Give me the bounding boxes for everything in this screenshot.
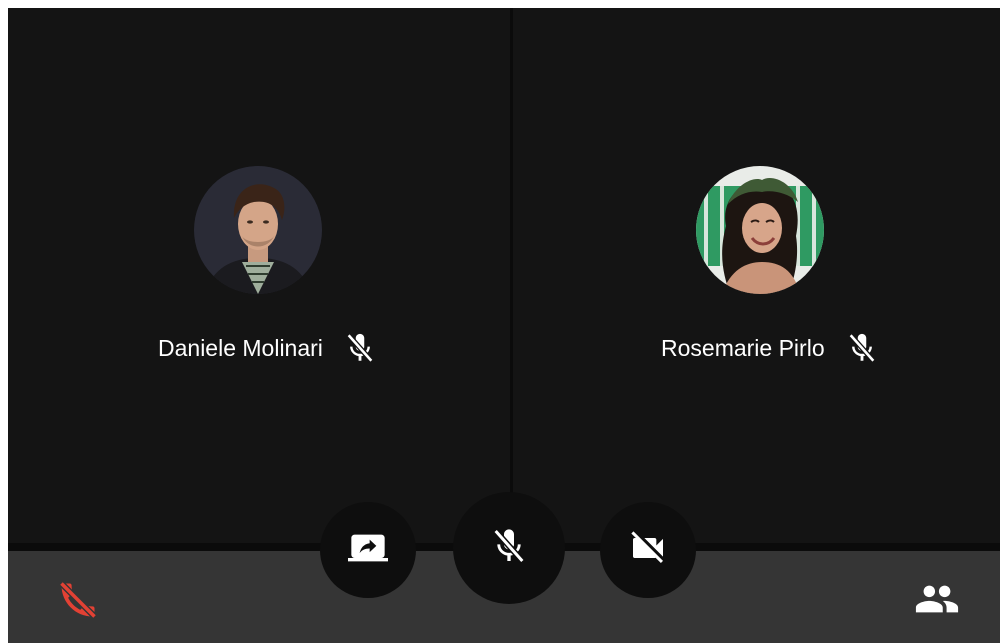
people-icon (914, 576, 960, 627)
video-toggle-button[interactable] (600, 502, 696, 598)
mic-off-icon (489, 526, 529, 571)
screen-share-icon (348, 528, 388, 573)
mic-off-icon (343, 331, 377, 365)
mute-button[interactable] (453, 492, 565, 604)
video-call-window: Daniele Molinari Rosemarie Pirlo (8, 8, 1000, 643)
participant-tile: Daniele Molinari (8, 8, 510, 543)
mic-off-icon (845, 331, 879, 365)
participant-tile: Rosemarie Pirlo (513, 8, 1000, 543)
phone-hangup-icon (56, 578, 100, 627)
participant-avatar (194, 166, 322, 294)
participant-name-row: Rosemarie Pirlo (661, 332, 879, 364)
participants-button[interactable] (912, 579, 962, 623)
participant-name-row: Daniele Molinari (158, 332, 377, 364)
video-off-icon (628, 528, 668, 573)
share-screen-button[interactable] (320, 502, 416, 598)
participant-name: Daniele Molinari (158, 334, 323, 361)
participant-avatar (696, 166, 824, 294)
hangup-button[interactable] (54, 578, 102, 626)
participant-name: Rosemarie Pirlo (661, 334, 825, 361)
